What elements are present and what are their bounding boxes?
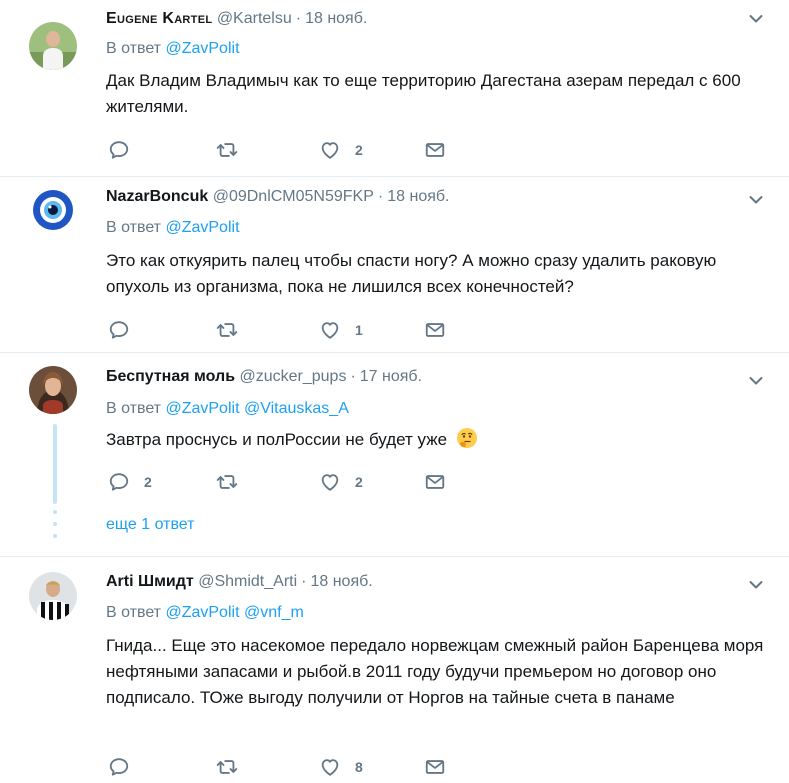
retweet-button[interactable] [215,756,253,778]
tweet-text: Дак Владим Владимыч как то еще территори… [106,71,741,116]
envelope-icon [424,471,446,493]
timestamp[interactable]: 18 нояб. [305,10,367,27]
tweet-text: Это как откуярить палец чтобы спасти ног… [106,251,717,296]
envelope-icon [424,319,446,341]
retweet-icon [215,139,239,161]
reply-context: В ответ @ZavPolit [106,40,240,58]
reply-icon [108,756,130,778]
reply-context: В ответ @ZavPolit @Vitauskas_A [106,400,349,418]
tweet-actions: 2 [106,139,486,161]
tweet-header: Arti Шмидт @Shmidt_Arti · 18 нояб. [106,573,373,591]
dm-button[interactable] [424,471,446,493]
tweet-text: Гнида... Еще это насекомое передало норв… [106,636,764,707]
reply-count: 2 [144,474,152,490]
like-count: 8 [355,759,363,775]
thread-line [53,424,57,504]
mention-link[interactable]: @ZavPolit [165,40,239,57]
tweet-text: Завтра проснусь и полРоссии не будет уже [106,430,448,449]
reply-prefix: В ответ [106,400,162,417]
avatar[interactable] [29,366,77,414]
dm-button[interactable] [424,139,446,161]
like-button[interactable]: 2 [319,471,363,493]
retweet-icon [215,319,239,341]
reply-icon [108,471,130,493]
retweet-button[interactable] [215,139,253,161]
dm-button[interactable] [424,756,446,778]
reply-context: В ответ @ZavPolit [106,219,240,237]
timestamp[interactable]: 18 нояб. [387,188,449,205]
tweet-text-row: Завтра проснусь и полРоссии не будет уже [106,427,766,453]
tweet[interactable]: Беспутная моль @zucker_pups · 17 нояб. В о… [0,352,789,557]
tweet-actions: 8 [106,756,486,778]
mention-link[interactable]: @ZavPolit [165,400,239,417]
author-name[interactable]: NazarBoncuk [106,188,208,205]
timestamp[interactable]: 18 нояб. [310,573,372,590]
envelope-icon [424,756,446,778]
retweet-button[interactable] [215,471,253,493]
author-handle[interactable]: @Kartelsu [217,10,292,27]
mention-link[interactable]: @Vitauskas_A [244,400,349,417]
avatar[interactable] [29,22,77,70]
reply-feed: Eugene Kartel @Kartelsu · 18 нояб. В ответ… [0,0,789,783]
retweet-icon [215,471,239,493]
retweet-button[interactable] [215,319,253,341]
thinking-face-emoji [456,428,477,448]
like-count: 2 [355,142,363,158]
like-count: 1 [355,322,363,338]
tweet[interactable]: Eugene Kartel @Kartelsu · 18 нояб. В ответ… [0,0,789,177]
tweet-header: NazarBoncuk @09DnlCM05N59FKP · 18 нояб. [106,188,449,206]
like-button[interactable]: 1 [319,319,363,341]
tweet-actions: 1 [106,319,486,341]
mention-link[interactable]: @ZavPolit [165,219,239,236]
reply-prefix: В ответ [106,219,162,236]
author-handle[interactable]: @09DnlCM05N59FKP [213,188,374,205]
avatar[interactable] [29,186,77,234]
mention-link[interactable]: @ZavPolit [165,604,239,621]
reply-button[interactable] [108,319,144,341]
heart-icon [319,139,341,161]
author-name[interactable]: Arti Шмидт [106,573,194,590]
mention-link[interactable]: @vnf_m [244,604,304,621]
tweet-header: Eugene Kartel @Kartelsu · 18 нояб. [106,10,367,28]
tweet-header: Беспутная моль @zucker_pups · 17 нояб. [106,368,422,386]
reply-button[interactable] [108,756,144,778]
author-name[interactable]: Беспутная моль [106,368,235,385]
separator: · [301,573,307,590]
author-name[interactable]: Eugene Kartel [106,10,212,27]
avatar[interactable] [29,572,77,620]
chevron-down-icon[interactable] [749,14,763,24]
chevron-down-icon[interactable] [749,580,763,590]
separator: · [350,368,356,385]
reply-icon [108,139,130,161]
separator: · [295,10,302,27]
reply-icon [108,319,130,341]
retweet-icon [215,756,239,778]
thread-dots [53,510,57,546]
timestamp[interactable]: 17 нояб. [360,368,422,385]
reply-prefix: В ответ [106,40,162,57]
heart-icon [319,471,341,493]
show-more-replies-link[interactable]: еще 1 ответ [106,516,194,534]
tweet[interactable]: Arti Шмидт @Shmidt_Arti · 18 нояб. В ответ… [0,556,789,783]
separator: · [377,188,384,205]
chevron-down-icon[interactable] [749,195,763,205]
envelope-icon [424,139,446,161]
author-handle[interactable]: @Shmidt_Arti [198,573,297,590]
chevron-down-icon[interactable] [749,376,763,386]
reply-button[interactable] [108,139,144,161]
like-button[interactable]: 8 [319,756,363,778]
heart-icon [319,319,341,341]
reply-button[interactable]: 2 [108,471,152,493]
reply-prefix: В ответ [106,604,162,621]
like-button[interactable]: 2 [319,139,363,161]
like-count: 2 [355,474,363,490]
dm-button[interactable] [424,319,446,341]
heart-icon [319,756,341,778]
reply-context: В ответ @ZavPolit @vnf_m [106,604,304,622]
tweet[interactable]: NazarBoncuk @09DnlCM05N59FKP · 18 нояб. В … [0,176,789,353]
author-handle[interactable]: @zucker_pups [239,368,346,385]
tweet-actions: 2 2 [106,471,486,493]
